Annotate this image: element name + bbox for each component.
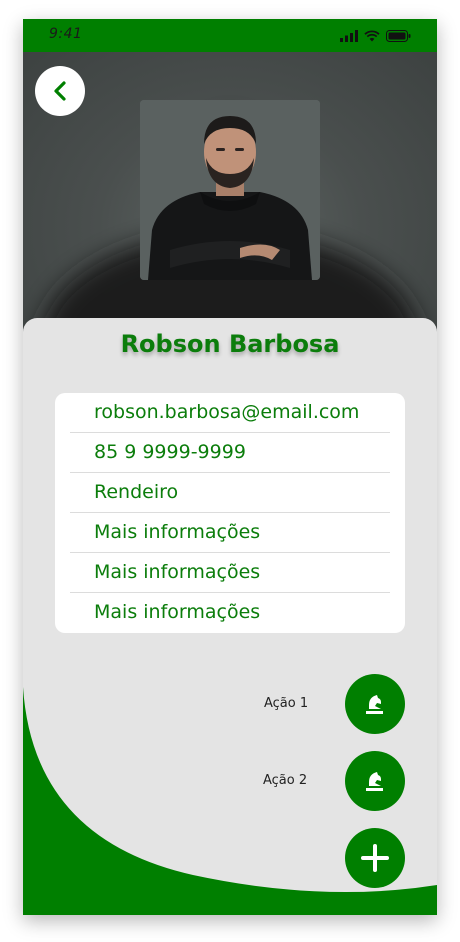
chevron-left-icon xyxy=(54,81,66,101)
profile-card: Robson Barbosa robson.barbosa@email.com … xyxy=(23,318,437,915)
phone-item[interactable]: 85 9 9999-9999 xyxy=(70,433,390,473)
back-button[interactable] xyxy=(35,66,85,116)
chess-knight-icon xyxy=(366,772,383,791)
plus-icon xyxy=(361,844,389,872)
more-info-item[interactable]: Mais informações xyxy=(70,593,390,633)
info-list: robson.barbosa@email.com 85 9 9999-9999 … xyxy=(55,393,405,633)
more-info-item[interactable]: Mais informações xyxy=(70,553,390,593)
email-item[interactable]: robson.barbosa@email.com xyxy=(70,393,390,433)
person-portrait xyxy=(140,100,320,280)
action-1-button[interactable] xyxy=(345,674,405,734)
action-2-label: Ação 2 xyxy=(263,773,308,788)
chess-knight-icon xyxy=(366,695,383,714)
status-icons xyxy=(340,29,411,43)
phone-screen: 9:41 Robson Barbosa robson.barbosa@email… xyxy=(23,19,437,915)
profile-photo xyxy=(140,100,320,280)
battery-icon xyxy=(386,30,411,42)
hero-background xyxy=(23,52,437,342)
occupation-item[interactable]: Rendeiro xyxy=(70,473,390,513)
status-time: 9:41 xyxy=(49,26,83,42)
add-button[interactable] xyxy=(345,828,405,888)
action-2-button[interactable] xyxy=(345,751,405,811)
profile-name: Robson Barbosa xyxy=(120,330,340,358)
status-bar: 9:41 xyxy=(23,19,437,52)
wifi-icon xyxy=(364,30,380,42)
more-info-item[interactable]: Mais informações xyxy=(70,513,390,553)
action-1-label: Ação 1 xyxy=(264,696,309,711)
signal-icon xyxy=(340,30,358,42)
